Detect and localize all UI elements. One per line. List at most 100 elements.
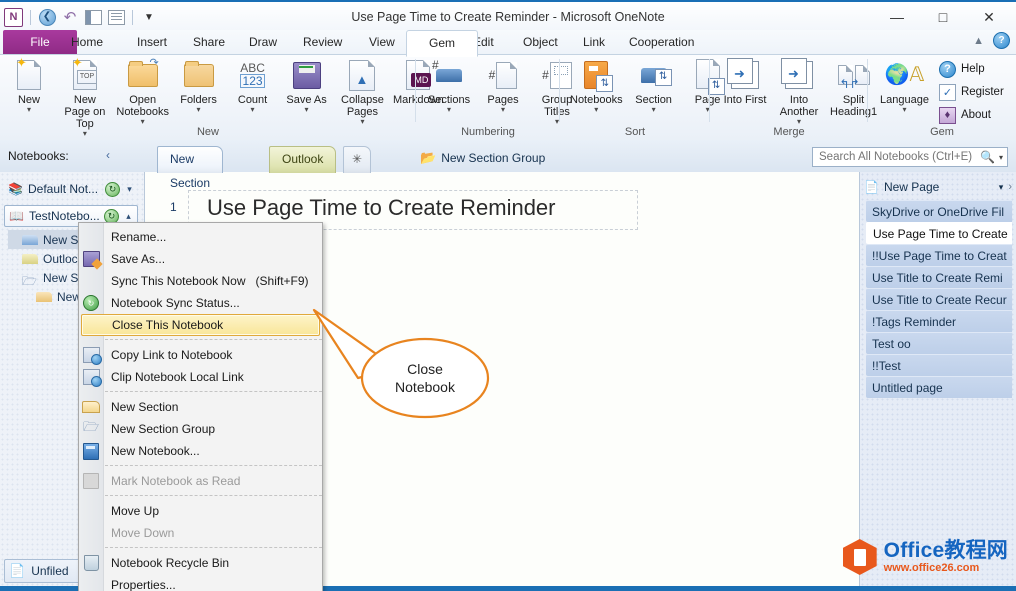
title-bar: N ❮ ↶ ▼ Use Page Time to Create Reminder… [0,0,1016,32]
page-list-item[interactable]: !Tags Reminder [866,310,1012,332]
page-list-item[interactable]: Use Title to Create Remi [866,266,1012,288]
tab-draw[interactable]: Draw [238,30,288,55]
menu-item-rename[interactable]: Rename... [79,226,322,248]
ribbon-button-help[interactable]: ? Help [937,59,1006,79]
ribbon-button-about[interactable]: ♦ About [937,105,1006,125]
new-page-icon: 📄 [864,180,879,194]
tab-object[interactable]: Object [512,30,569,55]
tab-home[interactable]: Home [60,30,114,55]
copy-link-icon [79,344,103,366]
tab-link[interactable]: Link [572,30,616,55]
search-dropdown-caret-icon[interactable]: ▾ [999,153,1003,162]
callout-line-1: Close [407,361,443,377]
clip-link-icon [79,366,103,388]
menu-separator [105,339,322,341]
section-tab-outlook[interactable]: Outlook [269,146,336,173]
undo-icon[interactable]: ↶ [61,8,79,26]
recycle-bin-icon [79,552,103,574]
collapse-navigation-icon[interactable]: ‹ [106,148,110,162]
ribbon-button-register[interactable]: ✓ Register [937,82,1006,102]
watermark-title: Office教程网 [884,540,1008,561]
qat-divider-2 [132,10,133,25]
ribbon-button-save-as[interactable]: Save As ▾ [280,57,334,115]
section-group-new-section-group[interactable]: 📂 New Section Group [420,150,545,166]
tab-gem[interactable]: Gem [406,30,478,57]
expand-caret-icon[interactable]: ▾ [124,184,135,195]
page-list-item[interactable]: Use Title to Create Recur [866,288,1012,310]
ribbon-button-number-pages[interactable]: # Pages ▾ [476,57,530,115]
collapse-ribbon-icon[interactable]: ▲ [973,35,984,47]
customize-quick-access-icon[interactable]: ▼ [140,8,158,26]
ribbon-help-icons: ▲ ? [973,32,1010,49]
help-question-icon[interactable]: ? [993,32,1010,49]
menu-item-move-up[interactable]: Move Up [79,500,322,522]
maximize-button[interactable]: □ [932,6,954,28]
tab-cooperation[interactable]: Cooperation [618,30,705,55]
search-box[interactable]: 🔍 ▾ [812,147,1008,167]
ribbon-button-number-sections[interactable]: # Sections ▾ [422,57,476,115]
menu-item-new-notebook[interactable]: New Notebook... [79,440,322,462]
page-list-item[interactable]: SkyDrive or OneDrive Fil [866,200,1012,222]
callout-shape: Close Notebook [300,300,520,430]
minimize-button[interactable]: — [886,6,908,28]
menu-item-sync-this-notebook-now[interactable]: Sync This Notebook Now (Shift+F9) [79,270,322,292]
menu-item-notebook-sync-status[interactable]: ↻ Notebook Sync Status... [79,292,322,314]
ribbon-button-count[interactable]: ABC123 Count ▾ [226,57,280,115]
search-magnifier-icon[interactable]: 🔍 [980,150,995,164]
tab-insert[interactable]: Insert [126,30,178,55]
section-group-icon: 📂 [420,150,436,166]
expand-page-list-icon[interactable]: › [1008,181,1012,193]
menu-item-notebook-recycle-bin[interactable]: Notebook Recycle Bin [79,552,322,574]
ribbon-button-folders[interactable]: Folders ▾ [172,57,226,115]
page-list-item[interactable]: !!Use Page Time to Creat [866,244,1012,266]
callout-line-2: Notebook [395,379,456,395]
ribbon-button-new[interactable]: ✦ New ▾ [2,57,56,115]
ribbon-button-merge-into-first[interactable]: ➜ Into First [718,57,772,107]
ribbon-group-sort: ⇅ Notebooks ▾ ⇅ Section ▾ ⇅ Page ▾ Sort [560,55,710,140]
full-page-view-icon[interactable] [107,8,125,26]
section-tab-new-section-1[interactable]: New Section 1 [157,146,223,173]
menu-item-new-section-group[interactable]: 🗁 New Section Group [79,418,322,440]
tab-share[interactable]: Share [182,30,236,55]
new-section-icon [79,396,103,418]
ribbon-button-language[interactable]: 🌍𝔸 Language ▾ [876,57,933,115]
page-title[interactable]: Use Page Time to Create Reminder [207,195,556,221]
notebook-row-default[interactable]: 📚 Default Not... ↻ ▾ [4,178,138,200]
menu-item-clip-notebook-local-link[interactable]: Clip Notebook Local Link [79,366,322,388]
menu-item-copy-link-to-notebook[interactable]: Copy Link to Notebook [79,344,322,366]
page-list-item[interactable]: !!Test [866,354,1012,376]
ribbon-button-collapse-pages[interactable]: ▲ Collapse Pages ▾ [334,57,392,127]
menu-item-properties[interactable]: Properties... [79,574,322,591]
menu-separator [105,465,322,467]
ribbon-group-label-gem: Gem [868,126,1016,138]
site-watermark: Office教程网 www.office26.com [843,539,1008,575]
menu-separator [105,547,322,549]
ribbon-button-open-notebooks[interactable]: ↷ Open Notebooks ▾ [114,57,172,127]
search-input[interactable] [817,150,980,164]
ribbon-button-merge-into-another[interactable]: ➜ Into Another ▾ [772,57,826,127]
ribbon-group-label-new: New [0,126,416,138]
menu-item-new-section[interactable]: New Section [79,396,322,418]
new-page-button[interactable]: 📄 New Page ▾ › [864,176,1012,198]
watermark-url: www.office26.com [884,563,1008,574]
menu-item-close-this-notebook[interactable]: Close This Notebook [81,314,320,336]
section-tab-new-section-icon[interactable]: ✳ [343,146,371,173]
new-page-caret-icon[interactable]: ▾ [999,182,1004,193]
collapse-caret-icon[interactable]: ▴ [123,211,134,222]
qat-divider-1 [30,10,31,25]
tab-view[interactable]: View [358,30,406,55]
new-notebook-icon [79,440,103,462]
menu-item-save-as[interactable]: Save As... [79,248,322,270]
page-list-item-selected[interactable]: Use Page Time to Create [866,222,1012,244]
ribbon-button-sort-section[interactable]: ⇅ Section ▾ [627,57,681,115]
onenote-logo-icon: N [4,8,23,27]
page-list-item[interactable]: Test oo [866,332,1012,354]
language-globe-icon: 🌍𝔸 [885,65,925,85]
close-button[interactable]: ✕ [978,6,1000,28]
page-list-item[interactable]: Untitled page [866,376,1012,398]
tab-review[interactable]: Review [292,30,353,55]
dock-pane-icon[interactable] [84,8,102,26]
back-arrow-icon[interactable]: ❮ [38,8,56,26]
sync-status-icon[interactable]: ↻ [105,182,120,197]
ribbon-button-sort-notebooks[interactable]: ⇅ Notebooks ▾ [566,57,627,115]
